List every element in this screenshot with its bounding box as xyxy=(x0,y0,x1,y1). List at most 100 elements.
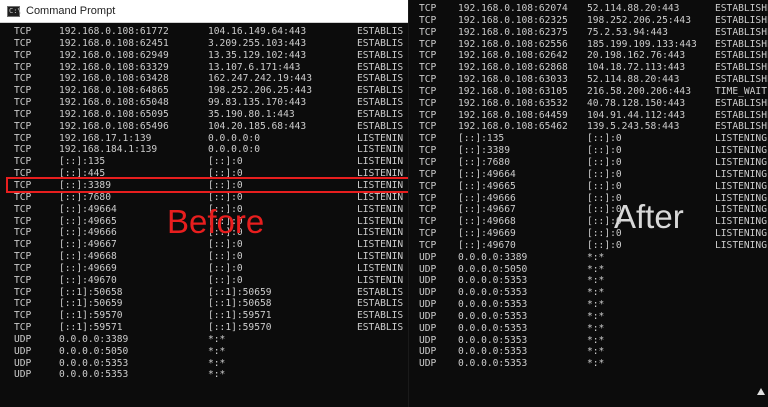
foreign-address-cell: [::]:0 xyxy=(208,191,243,203)
state-cell: LISTENIN xyxy=(357,239,404,251)
foreign-address-cell: 99.83.135.170:443 xyxy=(208,97,307,109)
local-address-cell: [::]:49665 xyxy=(458,180,516,192)
state-cell: ESTABLISHE xyxy=(715,26,768,38)
protocol-cell: UDP xyxy=(14,357,32,369)
protocol-cell: TCP xyxy=(14,322,32,334)
local-address-cell: 192.168.0.108:65462 xyxy=(458,121,568,133)
protocol-cell: TCP xyxy=(14,156,32,168)
foreign-address-cell: [::]:0 xyxy=(208,262,243,274)
state-cell: ESTABLIS xyxy=(357,85,404,97)
foreign-address-cell: 162.247.242.19:443 xyxy=(208,73,312,85)
state-cell: ESTABLISHE xyxy=(715,62,768,74)
state-cell: TIME_WAIT xyxy=(715,85,767,97)
protocol-cell: UDP xyxy=(419,334,437,346)
state-cell: LISTENIN xyxy=(357,156,404,168)
local-address-cell: 192.168.0.108:62949 xyxy=(59,49,169,61)
local-address-cell: 0.0.0.0:5050 xyxy=(59,345,129,357)
local-address-cell: 0.0.0.0:5353 xyxy=(458,334,528,346)
cmd-icon: C:\ xyxy=(7,5,22,17)
foreign-address-cell: 52.114.88.20:443 xyxy=(587,3,680,14)
protocol-cell: TCP xyxy=(14,286,32,298)
local-address-cell: 0.0.0.0:5353 xyxy=(458,287,528,299)
protocol-cell: TCP xyxy=(419,109,437,121)
local-address-cell: 0.0.0.0:5353 xyxy=(458,299,528,311)
foreign-address-cell: *:* xyxy=(587,310,605,322)
protocol-cell: TCP xyxy=(419,228,437,240)
foreign-address-cell: 20.198.162.76:443 xyxy=(587,50,686,62)
protocol-cell: TCP xyxy=(419,133,437,145)
state-cell: ESTABLIS xyxy=(357,37,404,49)
foreign-address-cell: *:* xyxy=(587,263,605,275)
protocol-cell: TCP xyxy=(14,310,32,322)
local-address-cell: [::]:49666 xyxy=(59,227,117,239)
protocol-cell: TCP xyxy=(14,144,32,156)
protocol-cell: UDP xyxy=(14,369,32,381)
protocol-cell: TCP xyxy=(14,262,32,274)
protocol-cell: UDP xyxy=(419,322,437,334)
local-address-cell: 192.168.0.108:62868 xyxy=(458,62,568,74)
protocol-cell: UDP xyxy=(419,251,437,263)
mouse-cursor-icon xyxy=(757,388,765,395)
protocol-cell: TCP xyxy=(14,108,32,120)
protocol-cell: UDP xyxy=(419,310,437,322)
foreign-address-cell: [::]:0 xyxy=(208,274,243,286)
protocol-cell: TCP xyxy=(419,156,437,168)
local-address-cell: [::]:49664 xyxy=(458,168,516,180)
protocol-cell: TCP xyxy=(14,298,32,310)
foreign-address-cell: 216.58.200.206:443 xyxy=(587,85,691,97)
state-cell: ESTABLIS xyxy=(357,49,404,61)
state-cell: ESTABLISHE xyxy=(715,97,768,109)
local-address-cell: 192.168.0.108:63033 xyxy=(458,74,568,86)
foreign-address-cell: *:* xyxy=(587,287,605,299)
protocol-cell: UDP xyxy=(14,345,32,357)
foreign-address-cell: 13.107.6.171:443 xyxy=(208,61,301,73)
protocol-cell: TCP xyxy=(14,85,32,97)
local-address-cell: [::]:49668 xyxy=(59,251,117,263)
local-address-cell: [::1]:50658 xyxy=(59,286,123,298)
state-cell: ESTABLIS xyxy=(357,26,404,37)
protocol-cell: TCP xyxy=(419,180,437,192)
protocol-cell: TCP xyxy=(419,38,437,50)
state-cell: ESTABLIS xyxy=(357,120,404,132)
local-address-cell: 192.168.0.108:62074 xyxy=(458,3,568,14)
state-cell: ESTABLIS xyxy=(357,61,404,73)
foreign-address-cell: [::]:0 xyxy=(587,156,622,168)
foreign-address-cell: *:* xyxy=(587,275,605,287)
foreign-address-cell: [::]:0 xyxy=(208,156,243,168)
local-address-cell: 192.168.0.108:62556 xyxy=(458,38,568,50)
protocol-cell: UDP xyxy=(419,346,437,358)
protocol-cell: UDP xyxy=(419,263,437,275)
foreign-address-cell: 185.199.109.133:443 xyxy=(587,38,697,50)
protocol-cell: UDP xyxy=(419,287,437,299)
command-prompt-window-after: TCP 192.168.0.108:62074 52.114.88.20:443 ES… xyxy=(409,0,768,407)
state-cell: LISTENIN xyxy=(357,227,404,239)
state-cell: ESTABLISHE xyxy=(715,74,768,86)
local-address-cell: 0.0.0.0:3389 xyxy=(458,251,528,263)
protocol-cell: TCP xyxy=(419,85,437,97)
highlight-box-port-445 xyxy=(6,177,408,193)
foreign-address-cell: [::1]:59570 xyxy=(208,322,272,334)
protocol-cell: TCP xyxy=(419,26,437,38)
local-address-cell: [::]:49667 xyxy=(59,239,117,251)
protocol-cell: TCP xyxy=(14,73,32,85)
state-cell: ESTABLIS xyxy=(357,298,404,310)
title-bar[interactable]: C:\ Command Prompt xyxy=(0,0,408,23)
local-address-cell: 192.168.0.108:65496 xyxy=(59,120,169,132)
state-cell: LISTENING xyxy=(715,228,767,240)
local-address-cell: 0.0.0.0:5353 xyxy=(59,357,129,369)
local-address-cell: [::]:7680 xyxy=(458,156,510,168)
state-cell: ESTABLIS xyxy=(357,310,404,322)
local-address-cell: [::1]:59570 xyxy=(59,310,123,322)
foreign-address-cell: [::1]:59571 xyxy=(208,310,272,322)
protocol-cell: TCP xyxy=(419,204,437,216)
protocol-cell: TCP xyxy=(419,121,437,133)
local-address-cell: 192.168.0.108:63532 xyxy=(458,97,568,109)
protocol-cell: TCP xyxy=(14,251,32,263)
local-address-cell: 192.168.0.108:63105 xyxy=(458,85,568,97)
protocol-cell: TCP xyxy=(14,227,32,239)
foreign-address-cell: 35.190.80.1:443 xyxy=(208,108,295,120)
local-address-cell: [::]:49669 xyxy=(458,228,516,240)
protocol-cell: TCP xyxy=(14,215,32,227)
foreign-address-cell: 104.16.149.64:443 xyxy=(208,26,307,37)
protocol-cell: TCP xyxy=(14,120,32,132)
